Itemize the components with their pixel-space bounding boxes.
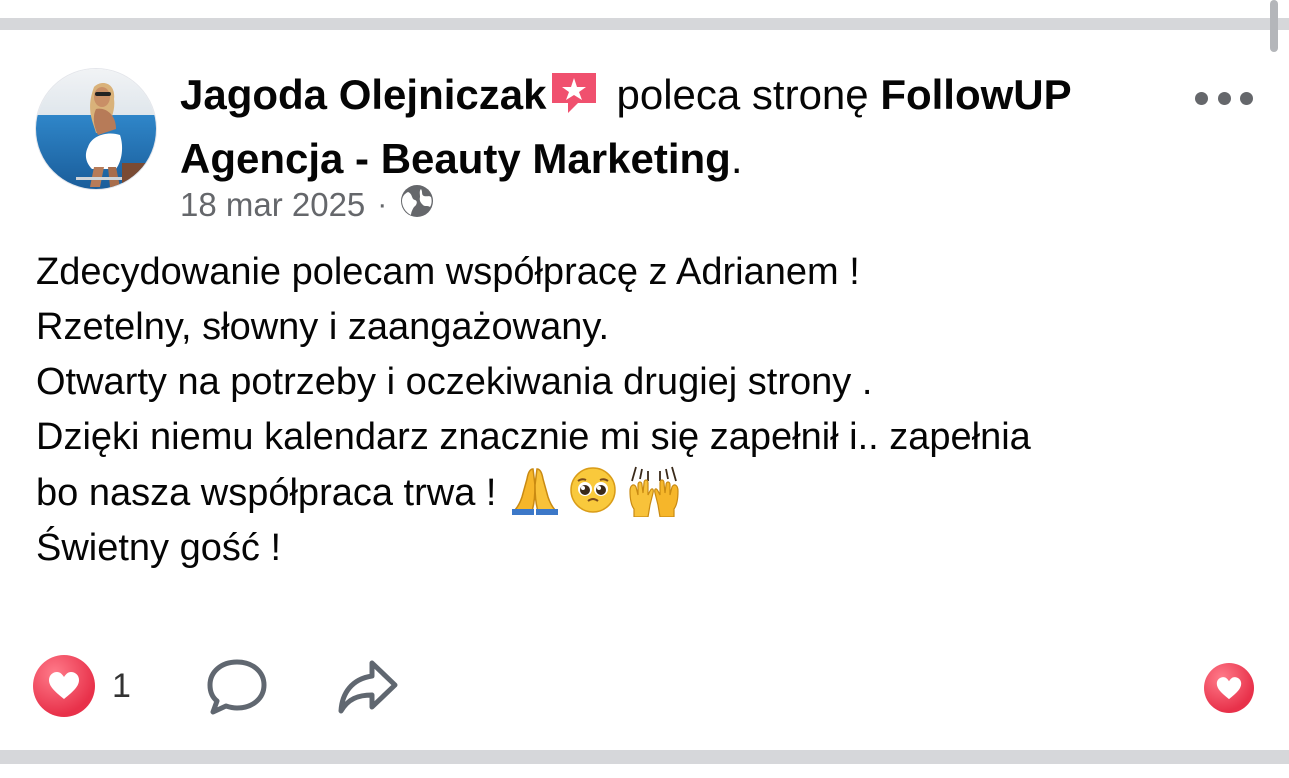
like-count[interactable]: 1 (112, 667, 131, 706)
author-name[interactable]: Jagoda Olejniczak (180, 71, 546, 118)
comment-icon[interactable] (205, 657, 269, 722)
globe-icon[interactable] (399, 183, 435, 227)
recommends-text: poleca stronę (616, 71, 869, 118)
post-card: Jagoda Olejniczak poleca stronę FollowUP … (0, 0, 1289, 778)
post-line: Dzięki niemu kalendarz znacznie mi się z… (36, 416, 1031, 458)
post-line: Otwarty na potrzeby i oczekiwania drugie… (36, 361, 873, 403)
post-body: Zdecydowanie polecam współpracę z Adrian… (36, 245, 1266, 576)
raising-hands-emoji (629, 466, 680, 517)
more-options-icon[interactable] (1195, 86, 1253, 110)
header-period: . (730, 135, 743, 182)
recommend-badge-icon (548, 69, 600, 130)
post-line: Zdecydowanie polecam współpracę z Adrian… (36, 251, 860, 293)
heart-react-icon[interactable] (1204, 663, 1254, 713)
feed-divider-top (0, 18, 1289, 30)
post-line: Świetny gość ! (36, 527, 281, 569)
post-line: Rzetelny, słowny i zaangażowany. (36, 306, 610, 348)
post-date[interactable]: 18 mar 2025 (180, 186, 365, 224)
action-bar: 1 (0, 655, 1289, 719)
feed-divider-bottom (0, 750, 1289, 764)
post-line: bo nasza współpraca trwa ! (36, 472, 497, 514)
share-icon[interactable] (336, 657, 400, 722)
emoji-group (510, 465, 682, 517)
pleading-face-emoji (570, 467, 617, 513)
avatar-photo (36, 69, 156, 189)
scrollbar[interactable] (1270, 0, 1278, 52)
heart-icon[interactable] (33, 655, 95, 717)
post-header: Jagoda Olejniczak poleca stronę FollowUP … (180, 66, 1180, 188)
meta-separator: · (377, 188, 388, 221)
folded-hands-emoji (512, 468, 559, 515)
post-meta: 18 mar 2025 · (180, 183, 435, 227)
avatar[interactable] (35, 68, 157, 190)
